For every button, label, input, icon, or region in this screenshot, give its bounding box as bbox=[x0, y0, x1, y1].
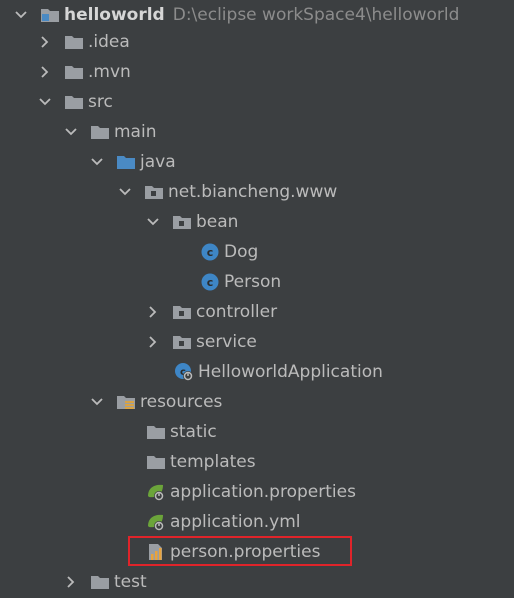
highlight-box bbox=[128, 536, 352, 566]
tree-node-resources[interactable]: resources bbox=[90, 387, 222, 417]
tree-node-label: java bbox=[140, 152, 176, 172]
tree-node-label: test bbox=[114, 572, 147, 592]
tree-node-application-yml[interactable]: application.yml bbox=[146, 507, 301, 537]
tree-node-java[interactable]: java bbox=[90, 147, 176, 177]
tree-node-test[interactable]: test bbox=[64, 567, 147, 597]
chevron-down-icon[interactable] bbox=[118, 185, 132, 199]
tree-node-package[interactable]: net.biancheng.www bbox=[118, 177, 337, 207]
tree-node-label: src bbox=[88, 92, 113, 112]
resources-root-folder-icon bbox=[116, 392, 136, 412]
package-icon bbox=[144, 182, 164, 202]
tree-node-label: bean bbox=[196, 212, 239, 232]
tree-node-helloworld-application[interactable]: c HelloworldApplication bbox=[174, 357, 383, 387]
project-path: D:\eclipse workSpace4\helloworld bbox=[172, 5, 460, 25]
source-root-folder-icon bbox=[116, 152, 136, 172]
tree-node-helloworld[interactable]: helloworld D:\eclipse workSpace4\hellowo… bbox=[14, 0, 459, 30]
tree-node-label: Dog bbox=[224, 242, 259, 262]
project-name: helloworld bbox=[64, 5, 165, 25]
tree-node-label: net.biancheng.www bbox=[168, 182, 338, 202]
tree-node-label: controller bbox=[196, 302, 278, 322]
tree-node-dog[interactable]: c Dog bbox=[200, 237, 258, 267]
tree-node-application-properties[interactable]: application.properties bbox=[146, 477, 356, 507]
tree-node-label: application.properties bbox=[170, 482, 356, 502]
tree-node-label: service bbox=[196, 332, 257, 352]
folder-icon bbox=[90, 122, 110, 142]
tree-node-templates[interactable]: templates bbox=[146, 447, 256, 477]
chevron-down-icon[interactable] bbox=[146, 215, 160, 229]
tree-node-src[interactable]: src bbox=[38, 87, 113, 117]
chevron-down-icon[interactable] bbox=[64, 125, 78, 139]
spring-config-icon bbox=[146, 482, 166, 502]
tree-node-label: .mvn bbox=[88, 62, 131, 82]
svg-text:c: c bbox=[207, 246, 214, 259]
project-tree: helloworld D:\eclipse workSpace4\hellowo… bbox=[0, 0, 514, 598]
tree-node-person[interactable]: c Person bbox=[200, 267, 281, 297]
folder-icon bbox=[146, 422, 166, 442]
folder-icon bbox=[64, 92, 84, 112]
folder-icon bbox=[64, 32, 84, 52]
tree-node-label: .idea bbox=[88, 32, 130, 52]
module-folder-icon bbox=[40, 5, 60, 25]
tree-node-main[interactable]: main bbox=[64, 117, 156, 147]
package-icon bbox=[172, 332, 192, 352]
tree-node-label: Person bbox=[224, 272, 282, 292]
class-icon: c bbox=[200, 272, 220, 292]
tree-node-label: application.yml bbox=[170, 512, 301, 532]
folder-icon bbox=[90, 572, 110, 592]
chevron-right-icon[interactable] bbox=[146, 335, 160, 349]
class-icon: c bbox=[200, 242, 220, 262]
chevron-right-icon[interactable] bbox=[38, 35, 52, 49]
chevron-down-icon[interactable] bbox=[38, 95, 52, 109]
tree-node-service[interactable]: service bbox=[146, 327, 257, 357]
package-icon bbox=[172, 212, 192, 232]
folder-icon bbox=[64, 62, 84, 82]
tree-node-static[interactable]: static bbox=[146, 417, 217, 447]
chevron-down-icon[interactable] bbox=[90, 395, 104, 409]
tree-node-label: templates bbox=[170, 452, 256, 472]
spring-config-icon bbox=[146, 512, 166, 532]
tree-node-mvn[interactable]: .mvn bbox=[38, 57, 131, 87]
tree-node-label: HelloworldApplication bbox=[198, 362, 383, 382]
tree-node-bean[interactable]: bean bbox=[146, 207, 238, 237]
chevron-right-icon[interactable] bbox=[38, 65, 52, 79]
chevron-down-icon[interactable] bbox=[14, 8, 28, 22]
tree-node-label: static bbox=[170, 422, 217, 442]
tree-node-controller[interactable]: controller bbox=[146, 297, 277, 327]
chevron-right-icon[interactable] bbox=[64, 575, 78, 589]
folder-icon bbox=[146, 452, 166, 472]
package-icon bbox=[172, 302, 192, 322]
tree-node-label: resources bbox=[140, 392, 223, 412]
chevron-down-icon[interactable] bbox=[90, 155, 104, 169]
spring-boot-app-icon: c bbox=[174, 362, 194, 382]
svg-text:c: c bbox=[207, 276, 214, 289]
tree-node-idea[interactable]: .idea bbox=[38, 27, 130, 57]
tree-node-label: main bbox=[114, 122, 157, 142]
chevron-right-icon[interactable] bbox=[146, 305, 160, 319]
